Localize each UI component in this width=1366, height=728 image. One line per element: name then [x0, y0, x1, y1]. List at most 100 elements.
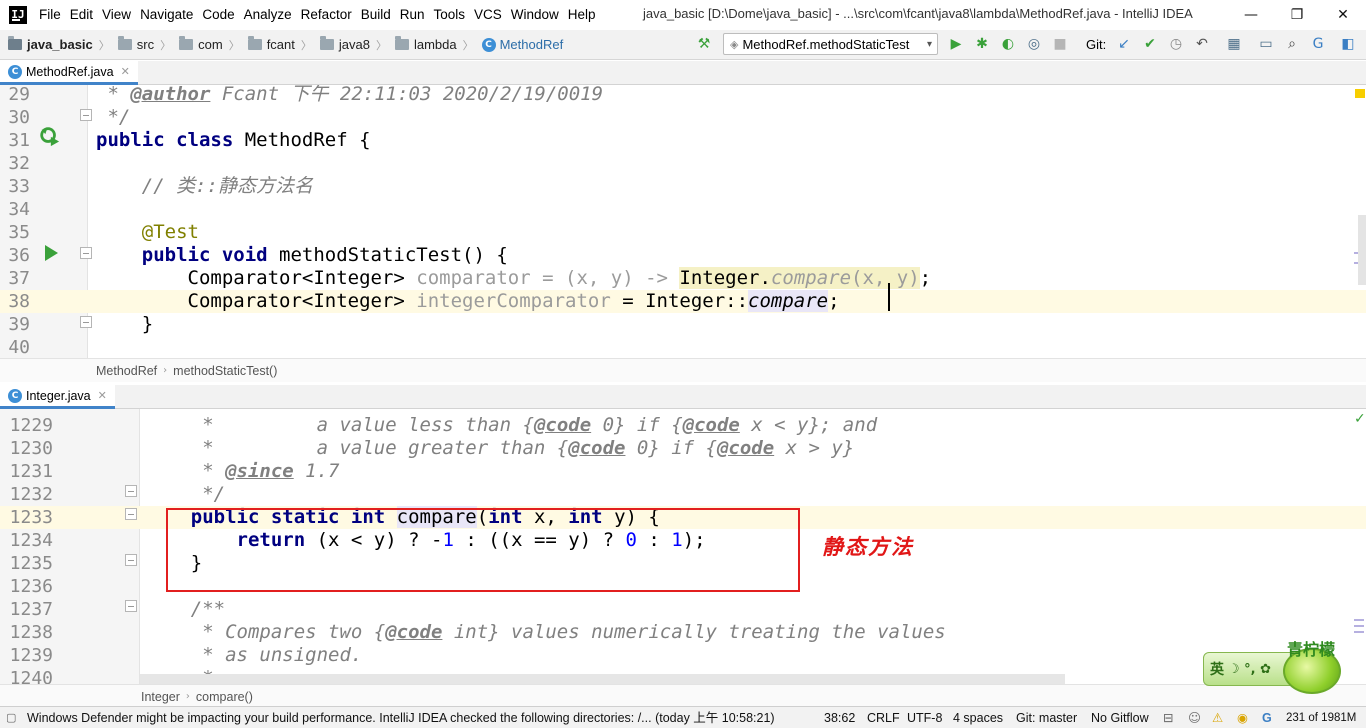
fold-toggle-icon[interactable] — [125, 600, 137, 612]
menu-file[interactable]: File — [39, 0, 67, 30]
no-problems-check-icon[interactable]: ✓ — [1354, 411, 1366, 427]
fold-toggle-icon[interactable] — [125, 508, 137, 520]
code-line[interactable]: 1230 * a value greater than {@code 0} if… — [0, 437, 1366, 460]
line-number[interactable]: 1234 — [0, 529, 53, 552]
nav-crumb-fcant[interactable]: fcant 〉 — [247, 36, 312, 53]
code-line[interactable]: 1239 * as unsigned. — [0, 644, 1366, 667]
menu-code[interactable]: Code — [202, 0, 240, 30]
usage-marker[interactable] — [1354, 631, 1364, 633]
code-line[interactable]: 1229 * a value less than {@code 0} if {@… — [0, 414, 1366, 437]
code-line[interactable]: 31 public class MethodRef { — [0, 129, 1366, 152]
notification-icon[interactable]: ◉ — [1237, 707, 1248, 728]
fold-toggle-icon[interactable] — [80, 247, 92, 259]
usage-marker[interactable] — [1354, 625, 1364, 627]
menu-tools[interactable]: Tools — [434, 0, 472, 30]
close-icon[interactable]: ✕ — [98, 389, 107, 402]
tab-methodref-java[interactable]: C MethodRef.java ✕ — [0, 61, 138, 85]
debug-bug-icon[interactable]: ✱ — [972, 34, 992, 54]
code-line[interactable]: 1232 */ — [0, 483, 1366, 506]
nav-crumb-java-basic[interactable]: java_basic 〉 — [8, 36, 110, 53]
line-number[interactable]: 1238 — [0, 621, 53, 644]
stop-icon[interactable]: ■ — [1050, 34, 1070, 54]
profile-icon[interactable]: ◎ — [1024, 34, 1044, 54]
line-number[interactable]: 1235 — [0, 552, 53, 575]
line-number[interactable]: 31 — [0, 129, 30, 152]
git-rollback-icon[interactable]: ↶ — [1192, 34, 1212, 54]
run-test-icon[interactable] — [45, 245, 58, 261]
breadcrumb-method[interactable]: compare() — [196, 690, 253, 704]
git-update-icon[interactable]: ↙ — [1114, 34, 1134, 54]
run-with-coverage-icon[interactable]: ◐ — [998, 34, 1018, 54]
horizontal-scrollbar[interactable] — [140, 674, 1065, 684]
git-commit-icon[interactable]: ✔ — [1140, 34, 1160, 54]
menu-edit[interactable]: Edit — [70, 0, 99, 30]
rerun-tests-icon[interactable] — [38, 125, 60, 147]
run-configuration-selector[interactable]: ◈ MethodRef.methodStaticTest ▾ — [723, 33, 938, 55]
line-number[interactable]: 1229 — [0, 414, 53, 437]
code-line[interactable]: 39 } — [0, 313, 1366, 336]
line-number[interactable]: 1237 — [0, 598, 53, 621]
nav-crumb-src[interactable]: src 〉 — [117, 36, 171, 53]
close-button[interactable]: ✕ — [1320, 0, 1366, 30]
line-number[interactable]: 1231 — [0, 460, 53, 483]
google-translate-icon[interactable]: G — [1262, 707, 1272, 728]
line-number[interactable]: 30 — [0, 106, 30, 129]
project-structure-icon[interactable]: ▦ — [1224, 34, 1244, 54]
fold-toggle-icon[interactable] — [80, 109, 92, 121]
line-number[interactable]: 34 — [0, 198, 30, 221]
nav-crumb-com[interactable]: com 〉 — [179, 36, 240, 53]
menu-navigate[interactable]: Navigate — [140, 0, 199, 30]
ime-symbols[interactable]: ☽ °, ✿ — [1228, 662, 1271, 677]
menu-help[interactable]: Help — [568, 0, 602, 30]
fold-toggle-icon[interactable] — [125, 485, 137, 497]
line-separator[interactable]: CRLF — [867, 707, 900, 728]
line-number[interactable]: 32 — [0, 152, 30, 175]
caret-position[interactable]: 38:62 — [824, 707, 855, 728]
search-icon[interactable]: ⌕ — [1282, 34, 1302, 54]
code-line[interactable]: 33 // 类::静态方法名 — [0, 175, 1366, 198]
code-line[interactable]: 1238 * Compares two {@code int} values n… — [0, 621, 1366, 644]
top-code-editor[interactable]: 29 * @author Fcant 下午 22:11:03 2020/2/19… — [0, 85, 1366, 358]
fold-toggle-icon[interactable] — [125, 554, 137, 566]
line-number[interactable]: 29 — [0, 85, 30, 106]
file-encoding[interactable]: UTF-8 — [907, 707, 942, 728]
breadcrumb-method[interactable]: methodStaticTest() — [173, 364, 277, 378]
event-log-icon[interactable]: ▢ — [6, 707, 16, 728]
line-number[interactable]: 36 — [0, 244, 30, 267]
code-line[interactable]: 1231 * @since 1.7 — [0, 460, 1366, 483]
menu-refactor[interactable]: Refactor — [301, 0, 358, 30]
hector-icon[interactable]: ☺ — [1188, 707, 1201, 728]
line-number[interactable]: 39 — [0, 313, 30, 336]
translate-icon[interactable]: G — [1308, 34, 1328, 54]
indent-setting[interactable]: 4 spaces — [953, 707, 1003, 728]
menu-view[interactable]: View — [102, 0, 137, 30]
line-number[interactable]: 1236 — [0, 575, 53, 598]
usage-marker[interactable] — [1354, 619, 1364, 621]
code-line[interactable]: 37 Comparator<Integer> comparator = (x, … — [0, 267, 1366, 290]
status-message[interactable]: Windows Defender might be impacting your… — [27, 707, 817, 728]
line-number[interactable]: 38 — [0, 290, 30, 313]
menu-build[interactable]: Build — [361, 0, 397, 30]
code-line[interactable]: 40 — [0, 336, 1366, 358]
build-hammer-icon[interactable]: ⚒ — [694, 34, 714, 54]
line-number[interactable]: 1230 — [0, 437, 53, 460]
maximize-button[interactable]: ❐ — [1274, 0, 1320, 30]
breadcrumb-class[interactable]: Integer — [141, 690, 180, 704]
code-line[interactable]: 38 Comparator<Integer> integerComparator… — [0, 290, 1366, 313]
nav-crumb-lambda[interactable]: lambda 〉 — [394, 36, 474, 53]
close-icon[interactable]: ✕ — [121, 65, 130, 78]
menu-analyze[interactable]: Analyze — [244, 0, 298, 30]
breadcrumb-class[interactable]: MethodRef — [96, 364, 157, 378]
terminal-icon[interactable]: ▭ — [1256, 34, 1276, 54]
line-number[interactable]: 37 — [0, 267, 30, 290]
inspection-marker[interactable] — [1355, 89, 1365, 98]
nav-crumb-java8[interactable]: java8 〉 — [319, 36, 387, 53]
code-line[interactable]: 35 @Test — [0, 221, 1366, 244]
tab-integer-java[interactable]: C Integer.java ✕ — [0, 385, 115, 409]
fold-toggle-icon[interactable] — [80, 316, 92, 328]
line-number[interactable]: 1239 — [0, 644, 53, 667]
lock-icon[interactable]: ⊟ — [1163, 707, 1173, 728]
plugin-icon[interactable]: ◧ — [1338, 34, 1358, 54]
gitflow-status[interactable]: No Gitflow — [1091, 707, 1149, 728]
menu-window[interactable]: Window — [511, 0, 565, 30]
